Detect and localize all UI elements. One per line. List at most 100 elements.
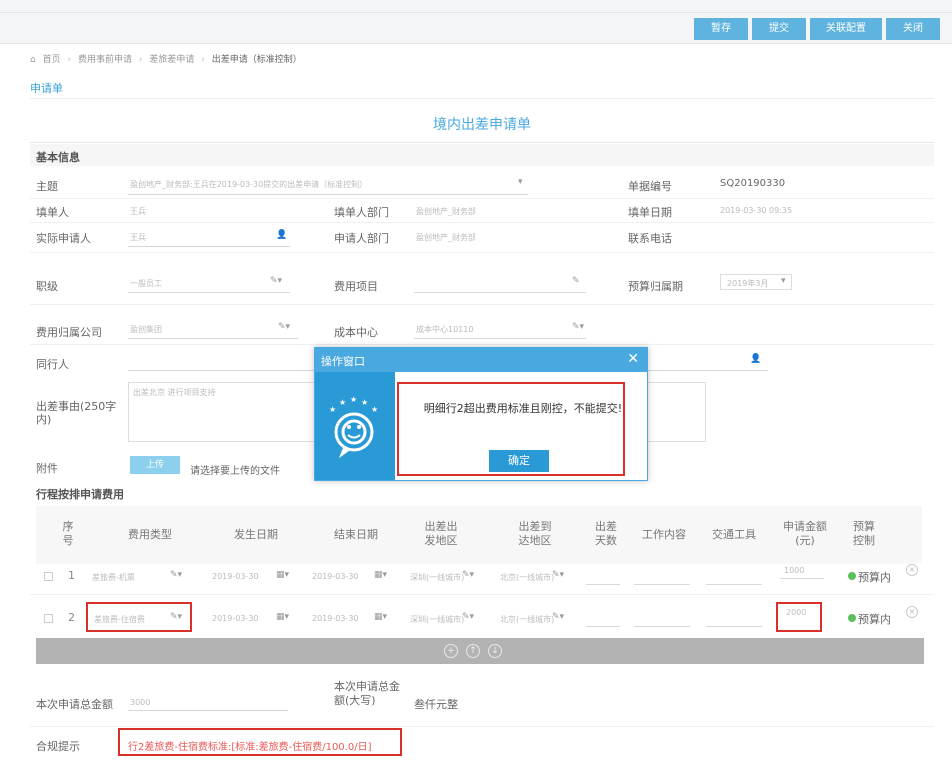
col-budget: 预算控制 — [853, 520, 875, 547]
tag-icon[interactable]: ✎▾ — [572, 322, 584, 332]
row-budget-status: 预算内 — [858, 613, 891, 626]
row-no: 1 — [68, 569, 75, 582]
col-days: 出差天数 — [595, 520, 617, 547]
dialog-mascot-panel: ★ ★ ★ ★ ★ — [315, 372, 395, 480]
dropdown-icon[interactable]: ▾ — [518, 177, 523, 187]
breadcrumb-travel-apply[interactable]: 差旅差申请 — [149, 55, 194, 65]
breadcrumb-expense-apply[interactable]: 费用事前申请 — [78, 55, 132, 65]
col-no: 序号 — [62, 520, 74, 547]
row-from[interactable]: 深圳(一线城市) — [410, 614, 464, 625]
breadcrumb-current: 出差申请（标准控制） — [211, 55, 302, 65]
row-type[interactable]: 差旅费-机票 — [92, 572, 135, 583]
row-transport-field[interactable] — [706, 626, 762, 627]
level-underline — [128, 292, 290, 293]
row-to[interactable]: 北京(一线城市) — [500, 614, 554, 625]
row-divider — [30, 198, 934, 199]
row-remove-icon[interactable]: × — [906, 606, 918, 618]
type-highlight-box — [86, 602, 192, 632]
doc-no-value: SQ20190330 — [720, 178, 786, 189]
user-picker-icon[interactable]: 👤 — [750, 354, 761, 364]
tag-icon[interactable]: ✎▾ — [270, 276, 282, 286]
reason-label: 出差事由(250字内) — [36, 400, 117, 426]
cost-center-value[interactable]: 成本中心10110 — [416, 324, 473, 335]
toolbar-divider — [0, 12, 952, 13]
tag-icon[interactable]: ✎▾ — [462, 570, 474, 580]
move-down-icon[interactable]: ↓ — [488, 644, 502, 658]
budget-ok-icon — [848, 614, 856, 622]
expense-item-underline[interactable] — [414, 292, 586, 293]
close-button[interactable]: 关闭 — [886, 18, 940, 40]
row-remove-icon[interactable]: × — [906, 564, 918, 576]
col-end: 结束日期 — [334, 528, 378, 541]
phone-label: 联系电话 — [628, 232, 672, 245]
tab-divider — [30, 98, 934, 99]
budget-period-select[interactable]: 2019年3月 ▾ — [720, 274, 792, 290]
dialog-header: 操作窗口 ✕ — [315, 348, 647, 372]
level-value[interactable]: 一般员工 — [130, 278, 162, 289]
svg-text:★: ★ — [350, 395, 357, 404]
tag-icon[interactable]: ✎▾ — [170, 570, 182, 580]
row-start-date[interactable]: 2019-03-30 — [212, 572, 259, 581]
tag-icon[interactable]: ✎▾ — [278, 322, 290, 332]
row-end-date[interactable]: 2019-03-30 — [312, 614, 359, 623]
company-value[interactable]: 盈创集团 — [130, 324, 162, 335]
chevron-down-icon: ▾ — [781, 276, 786, 286]
row-amount[interactable]: 1000 — [784, 566, 804, 575]
operation-dialog: 操作窗口 ✕ ★ ★ ★ ★ ★ 明细行2超出费用标准且刚控，不能提交! 确定 — [314, 347, 648, 481]
row-work-field[interactable] — [634, 626, 690, 627]
row-divider — [30, 304, 934, 305]
row-days-field[interactable] — [586, 626, 620, 627]
row-divider — [30, 726, 934, 727]
tag-icon[interactable]: ✎▾ — [462, 612, 474, 622]
applicant-value[interactable]: 王兵 — [130, 232, 146, 243]
compliance-label: 合规提示 — [36, 740, 80, 753]
add-row-icon[interactable]: + — [444, 644, 458, 658]
svg-text:★: ★ — [361, 398, 368, 407]
calendar-icon[interactable]: ▦▾ — [374, 612, 387, 622]
save-draft-button[interactable]: 暂存 — [694, 18, 748, 40]
row-end-date[interactable]: 2019-03-30 — [312, 572, 359, 581]
row-start-date[interactable]: 2019-03-30 — [212, 614, 259, 623]
row-days-field[interactable] — [586, 584, 620, 585]
tag-icon[interactable]: ✎▾ — [552, 570, 564, 580]
total-upper-label: 本次申请总金额(大写) — [334, 680, 400, 707]
move-up-icon[interactable]: ↑ — [466, 644, 480, 658]
row-checkbox[interactable] — [44, 614, 53, 623]
row-checkbox[interactable] — [44, 572, 53, 581]
col-transport: 交通工具 — [712, 528, 756, 541]
row-to[interactable]: 北京(一线城市) — [500, 572, 554, 583]
calendar-icon[interactable]: ▦▾ — [276, 570, 289, 580]
breadcrumb-home[interactable]: 首页 — [43, 55, 61, 65]
message-highlight-box — [397, 382, 625, 476]
row-divider — [30, 344, 934, 345]
row-transport-field[interactable] — [706, 584, 762, 585]
upload-hint: 请选择要上传的文件 — [190, 466, 280, 477]
row-actions-bar: + ↑ ↓ — [36, 638, 924, 664]
tag-icon[interactable]: ✎▾ — [552, 612, 564, 622]
submit-button[interactable]: 提交 — [752, 18, 806, 40]
calendar-icon[interactable]: ▦▾ — [374, 570, 387, 580]
col-start: 发生日期 — [234, 528, 278, 541]
tab-application-form[interactable]: 申请单 — [30, 80, 63, 96]
subject-value[interactable]: 盈创地产_财务部:王兵在2019-03-30提交的出差申请（标准控制） — [130, 179, 367, 190]
close-icon[interactable]: ✕ — [627, 351, 639, 367]
calendar-icon[interactable]: ▦▾ — [276, 612, 289, 622]
user-picker-icon[interactable]: 👤 — [276, 230, 287, 240]
company-underline — [128, 338, 298, 339]
subject-label: 主题 — [36, 180, 58, 193]
chevron-right-icon: › — [201, 55, 205, 65]
row-work-field[interactable] — [634, 584, 690, 585]
filler-label: 填单人 — [36, 206, 69, 219]
tag-icon[interactable]: ✎ — [572, 276, 580, 286]
link-config-button[interactable]: 关联配置 — [810, 18, 882, 40]
applicant-label: 实际申请人 — [36, 232, 91, 245]
upload-button[interactable]: 上传 — [130, 456, 180, 474]
total-upper-value: 叁仟元整 — [414, 698, 458, 711]
fill-date-label: 填单日期 — [628, 206, 672, 219]
itinerary-table-header: 序号 费用类型 发生日期 结束日期 出差出发地区 出差到达地区 出差天数 工作内… — [36, 506, 922, 564]
applicant-dept-label: 申请人部门 — [334, 232, 389, 245]
amount-highlight-box — [776, 602, 822, 632]
row-from[interactable]: 深圳(一线城市) — [410, 572, 464, 583]
mascot-icon: ★ ★ ★ ★ ★ — [329, 395, 378, 458]
budget-ok-icon — [848, 572, 856, 580]
